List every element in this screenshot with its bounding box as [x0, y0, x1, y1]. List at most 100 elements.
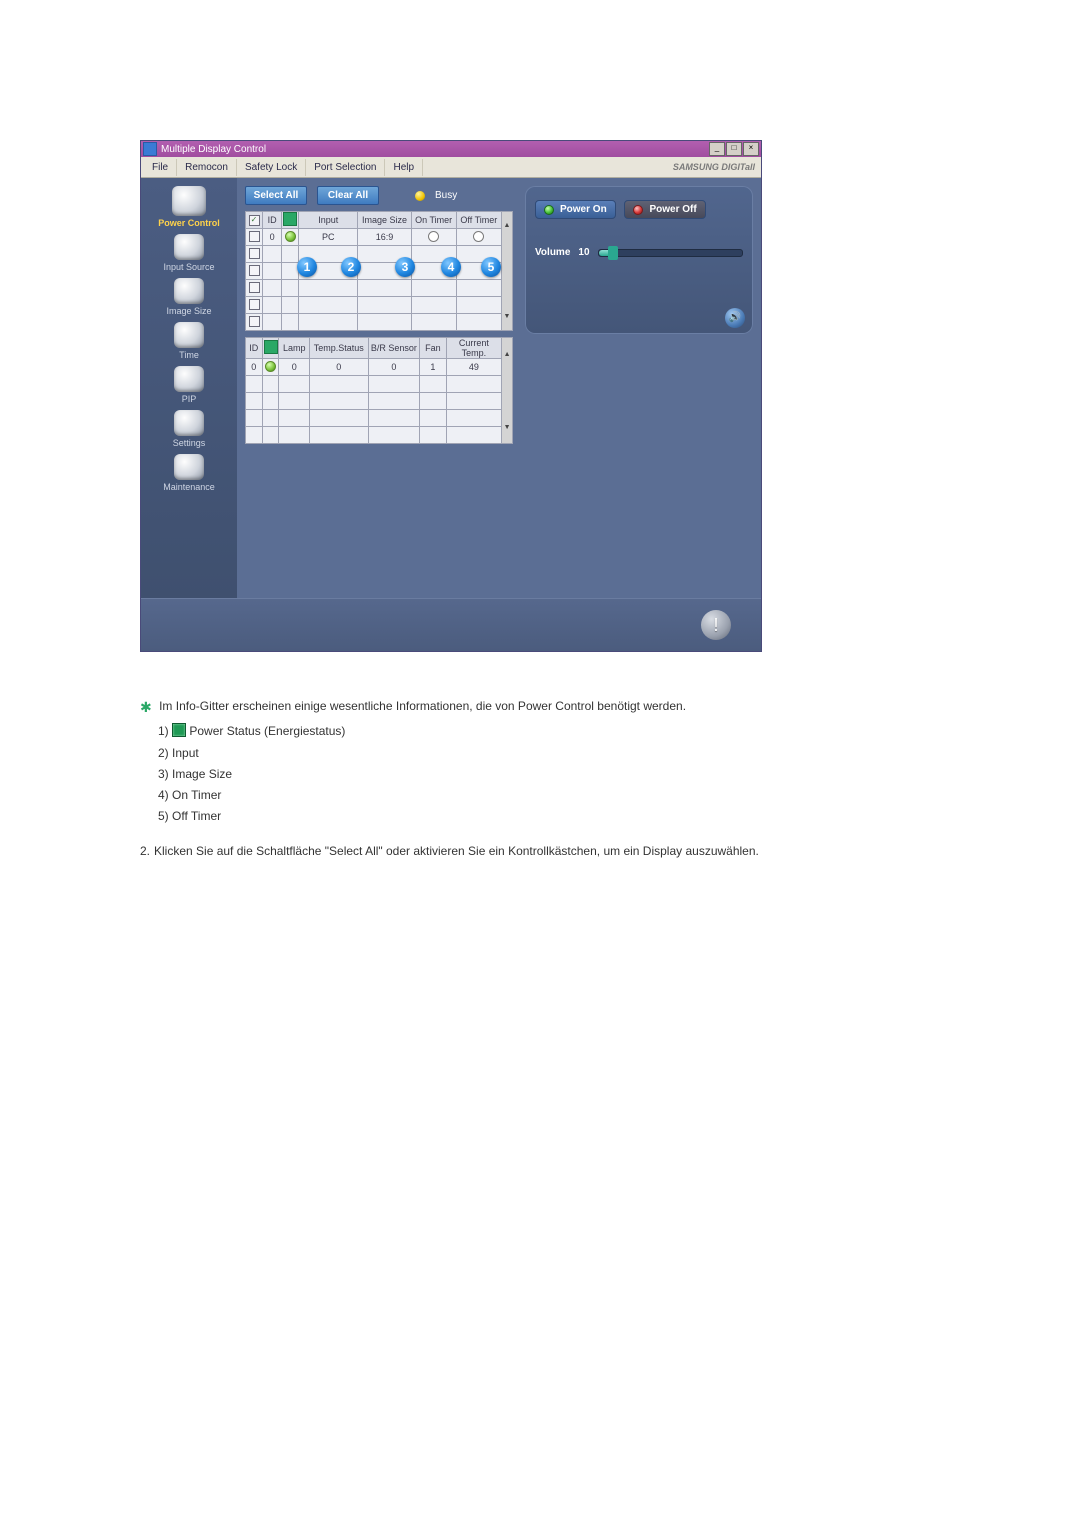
table-row[interactable]	[246, 393, 513, 410]
power-on-icon	[265, 361, 276, 372]
table-row[interactable]: 0 PC 16:9	[246, 229, 513, 246]
table-row[interactable]: 0 0 0 0 1 49	[246, 359, 513, 376]
power-on-label: Power On	[560, 204, 607, 215]
info-icon[interactable]: !	[701, 610, 731, 640]
sidebar-item-label: PIP	[149, 394, 229, 404]
input-source-icon	[174, 234, 204, 260]
col-lamp[interactable]: Lamp	[279, 338, 310, 359]
cell-current-temp: 49	[446, 359, 502, 376]
col-temp-status[interactable]: Temp.Status	[310, 338, 369, 359]
row-checkbox[interactable]	[249, 282, 260, 293]
volume-slider[interactable]	[598, 249, 743, 257]
step-number: 2.	[140, 842, 150, 861]
speaker-icon[interactable]: 🔊	[725, 308, 745, 328]
sidebar-item-label: Settings	[149, 438, 229, 448]
sidebar-item-power-control[interactable]: Power Control	[149, 186, 229, 228]
clear-all-button[interactable]: Clear All	[317, 186, 379, 205]
table-row[interactable]	[246, 297, 513, 314]
select-all-button[interactable]: Select All	[245, 186, 307, 205]
table-row[interactable]	[246, 427, 513, 444]
minimize-button[interactable]: _	[709, 142, 725, 156]
cell-image-size: 16:9	[358, 229, 411, 246]
explanation: ✱ Im Info-Gitter erscheinen einige wesen…	[140, 694, 980, 862]
menu-file[interactable]: File	[144, 159, 177, 176]
sidebar-item-label: Image Size	[149, 306, 229, 316]
callout-2: 2	[341, 257, 361, 277]
power-status-icon	[283, 212, 297, 226]
list-item: Power Status (Energiestatus)	[189, 724, 345, 738]
explain-intro: Im Info-Gitter erscheinen einige wesentl…	[159, 699, 686, 713]
sidebar-item-label: Maintenance	[149, 482, 229, 492]
power-status-icon	[264, 340, 278, 354]
callout-3: 3	[395, 257, 415, 277]
close-button[interactable]: ×	[743, 142, 759, 156]
app-window: Multiple Display Control _ □ × File Remo…	[140, 140, 762, 652]
explain-list: 1) Power Status (Energiestatus) 2) Input…	[140, 722, 980, 826]
menu-port-selection[interactable]: Port Selection	[306, 159, 385, 176]
table-row[interactable]	[246, 376, 513, 393]
cell-id: 0	[246, 359, 263, 376]
table-row[interactable]	[246, 314, 513, 331]
table-row[interactable]	[246, 410, 513, 427]
status-grid[interactable]: ID Lamp Temp.Status B/R Sensor Fan Curre…	[245, 337, 513, 444]
menu-remocon[interactable]: Remocon	[177, 159, 237, 176]
maintenance-icon	[174, 454, 204, 480]
col-id[interactable]: ID	[263, 212, 282, 229]
row-checkbox[interactable]	[249, 299, 260, 310]
col-br-sensor[interactable]: B/R Sensor	[368, 338, 420, 359]
sidebar-item-image-size[interactable]: Image Size	[149, 278, 229, 316]
cell-br-sensor: 0	[368, 359, 420, 376]
maximize-button[interactable]: □	[726, 142, 742, 156]
power-on-led-icon	[544, 205, 554, 215]
power-off-label: Power Off	[649, 204, 696, 215]
power-off-led-icon	[633, 205, 643, 215]
main-area: Select All Clear All Busy ID Input	[237, 178, 761, 598]
cell-fan: 1	[420, 359, 446, 376]
star-icon: ✱	[140, 696, 152, 718]
grid-scrollbar[interactable]: ▲▼	[502, 338, 513, 444]
window-controls: _ □ ×	[709, 142, 759, 156]
sidebar-item-input-source[interactable]: Input Source	[149, 234, 229, 272]
off-timer-icon	[473, 231, 484, 242]
image-size-icon	[174, 278, 204, 304]
menubar: File Remocon Safety Lock Port Selection …	[141, 157, 761, 178]
menu-help[interactable]: Help	[385, 159, 423, 176]
col-current-temp[interactable]: Current Temp.	[446, 338, 502, 359]
sidebar-item-label: Input Source	[149, 262, 229, 272]
col-id[interactable]: ID	[246, 338, 263, 359]
select-all-checkbox[interactable]	[249, 215, 260, 226]
callout-5: 5	[481, 257, 501, 277]
power-panel: Power On Power Off Volume 10	[525, 186, 753, 334]
row-checkbox[interactable]	[249, 231, 260, 242]
busy-indicator-icon	[415, 191, 425, 201]
list-item: Off Timer	[172, 809, 221, 823]
callout-1: 1	[297, 257, 317, 277]
explain-step2: Klicken Sie auf die Schaltfläche "Select…	[154, 842, 759, 861]
power-off-button[interactable]: Power Off	[624, 200, 705, 219]
list-item: On Timer	[172, 788, 221, 802]
col-image-size[interactable]: Image Size	[358, 212, 411, 229]
sidebar-item-maintenance[interactable]: Maintenance	[149, 454, 229, 492]
row-checkbox[interactable]	[249, 316, 260, 327]
pip-icon	[174, 366, 204, 392]
cell-lamp: 0	[279, 359, 310, 376]
sidebar-item-settings[interactable]: Settings	[149, 410, 229, 448]
col-on-timer[interactable]: On Timer	[411, 212, 456, 229]
brand-logo: SAMSUNG DIGITall	[673, 162, 761, 172]
col-input[interactable]: Input	[299, 212, 358, 229]
col-fan[interactable]: Fan	[420, 338, 446, 359]
power-status-icon	[172, 723, 186, 737]
power-control-icon	[172, 186, 206, 216]
col-off-timer[interactable]: Off Timer	[456, 212, 501, 229]
cell-input: PC	[299, 229, 358, 246]
menu-safety-lock[interactable]: Safety Lock	[237, 159, 306, 176]
sidebar-item-time[interactable]: Time	[149, 322, 229, 360]
volume-value: 10	[578, 247, 589, 258]
sidebar-item-pip[interactable]: PIP	[149, 366, 229, 404]
window-title: Multiple Display Control	[161, 144, 266, 155]
list-item: Input	[172, 746, 199, 760]
power-on-button[interactable]: Power On	[535, 200, 616, 219]
settings-icon	[174, 410, 204, 436]
titlebar: Multiple Display Control _ □ ×	[141, 141, 761, 157]
sidebar-item-label: Time	[149, 350, 229, 360]
